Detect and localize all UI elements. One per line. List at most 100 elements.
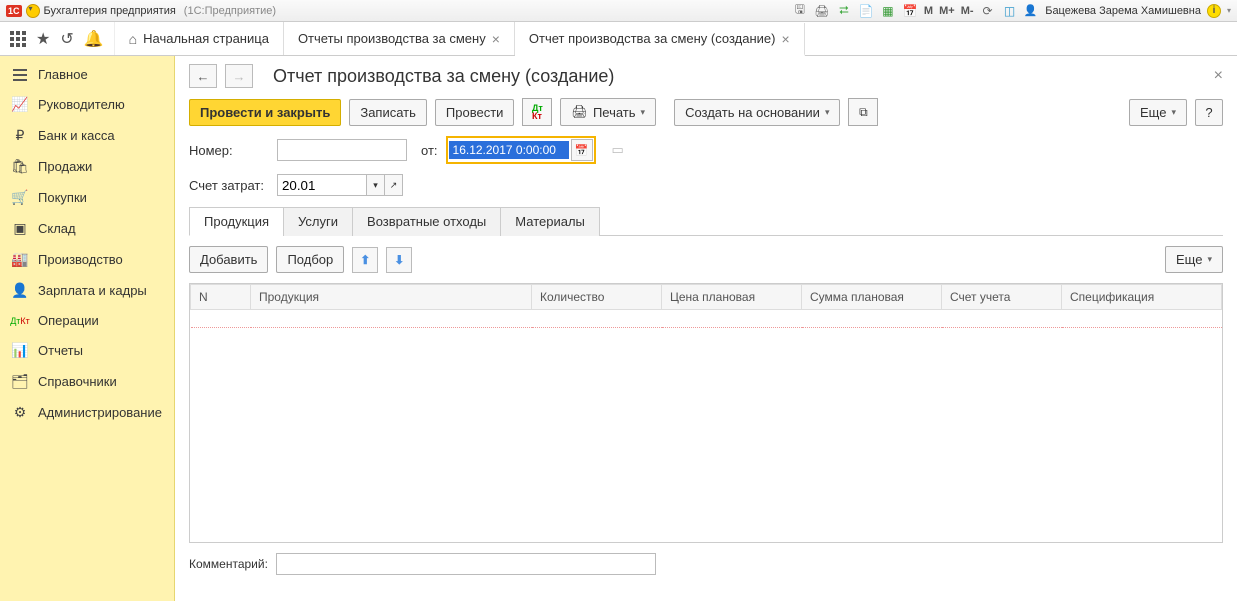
document-icon[interactable]: 📄 xyxy=(858,3,874,19)
more-button[interactable]: Еще▾ xyxy=(1129,99,1187,126)
col-product[interactable]: Продукция xyxy=(251,285,532,310)
subtab-returns[interactable]: Возвратные отходы xyxy=(352,207,501,236)
sidebar-item-hr[interactable]: 👤Зарплата и кадры xyxy=(0,275,174,306)
subtab-services[interactable]: Услуги xyxy=(283,207,353,236)
select-button[interactable]: Подбор xyxy=(276,246,344,273)
dropdown-round-icon[interactable] xyxy=(26,4,40,18)
memory-m-minus[interactable]: M- xyxy=(961,5,974,17)
post-button[interactable]: Провести xyxy=(435,99,515,126)
sidebar-item-purchase[interactable]: 🛒Покупки xyxy=(0,182,174,213)
bag-icon: 🛍 xyxy=(12,158,28,175)
chart-up-icon: 📈 xyxy=(12,96,28,113)
sidebar-item-main[interactable]: Главное xyxy=(0,60,174,89)
sidebar-item-label: Руководителю xyxy=(38,97,125,112)
caret-down-icon: ▾ xyxy=(641,107,646,118)
subtabs: Продукция Услуги Возвратные отходы Матер… xyxy=(189,206,1223,236)
grid[interactable]: N Продукция Количество Цена плановая Сум… xyxy=(189,283,1223,543)
sidebar-item-sales[interactable]: 🛍 Продажи xyxy=(0,151,174,182)
print-icon[interactable]: 🖨 xyxy=(814,3,830,19)
col-qty[interactable]: Количество xyxy=(532,285,662,310)
bell-icon[interactable]: 🔔 xyxy=(84,29,104,49)
move-up-button[interactable]: ⬆ xyxy=(352,247,378,273)
grid-table: N Продукция Количество Цена плановая Сум… xyxy=(190,284,1222,328)
compare-icon[interactable]: ⮂ xyxy=(836,3,852,19)
star-icon[interactable]: ★ xyxy=(36,29,50,49)
date-input[interactable]: 16.12.2017 0:00:00 xyxy=(449,141,569,159)
dtkt-icon: ДтКт xyxy=(532,104,543,120)
windows-icon[interactable]: ◫ xyxy=(1002,3,1018,19)
account-dropdown-button[interactable]: ▾ xyxy=(367,174,385,196)
number-row: Номер: от: 16.12.2017 0:00:00 📅 ▭ xyxy=(189,136,1223,164)
memory-m-plus[interactable]: M+ xyxy=(939,5,955,17)
subtab-products[interactable]: Продукция xyxy=(189,207,284,236)
refresh-icon[interactable]: ⟳ xyxy=(980,3,996,19)
person-icon: 👤 xyxy=(12,282,28,299)
dtkt-button[interactable]: ДтКт xyxy=(522,98,552,126)
close-icon[interactable]: × xyxy=(492,31,500,47)
create-based-button[interactable]: Создать на основании▾ xyxy=(674,99,840,126)
account-label: Счет затрат: xyxy=(189,178,269,193)
subtab-materials[interactable]: Материалы xyxy=(500,207,600,236)
col-spec[interactable]: Спецификация xyxy=(1062,285,1222,310)
sidebar-item-bank[interactable]: ₽Банк и касса xyxy=(0,120,174,151)
add-button[interactable]: Добавить xyxy=(189,246,268,273)
col-sum[interactable]: Сумма плановая xyxy=(802,285,942,310)
tab-report-create[interactable]: Отчет производства за смену (создание) × xyxy=(515,23,805,56)
number-input[interactable] xyxy=(277,139,407,161)
sidebar-item-label: Администрирование xyxy=(38,405,162,420)
col-n[interactable]: N xyxy=(191,285,251,310)
account-open-button[interactable]: ↗ xyxy=(385,174,403,196)
move-down-button[interactable]: ⬇ xyxy=(386,247,412,273)
account-combo: ▾ ↗ xyxy=(277,174,403,196)
calendar-icon[interactable]: 📅 xyxy=(902,3,918,19)
sidebar-item-production[interactable]: 🏭Производство xyxy=(0,244,174,275)
table-icon[interactable]: ▦ xyxy=(880,3,896,19)
grid-more-button[interactable]: Еще▾ xyxy=(1165,246,1223,273)
save-button[interactable]: Записать xyxy=(349,99,427,126)
memory-m[interactable]: M xyxy=(924,5,933,17)
account-input[interactable] xyxy=(277,174,367,196)
tabbar-tools: ★ ↺ 🔔 xyxy=(0,22,115,55)
tab-home[interactable]: ⌂ Начальная страница xyxy=(115,22,284,55)
comment-input[interactable] xyxy=(276,553,656,575)
structure-button[interactable]: ⧉ xyxy=(848,98,878,126)
calendar-ghost-icon[interactable]: ▭ xyxy=(612,142,624,158)
forward-button[interactable]: → xyxy=(225,64,253,88)
user-name[interactable]: Бацежева Зарема Хамишевна xyxy=(1045,5,1201,17)
calendar-button[interactable]: 📅 xyxy=(571,139,593,161)
close-icon[interactable]: × xyxy=(781,31,789,47)
tabbar: ★ ↺ 🔔 ⌂ Начальная страница Отчеты произв… xyxy=(0,22,1237,56)
sidebar-item-operations[interactable]: ДтКтОперации xyxy=(0,306,174,335)
print-button[interactable]: 🖨Печать▾ xyxy=(560,98,656,126)
info-icon[interactable]: i xyxy=(1207,4,1221,18)
page-title: Отчет производства за смену (создание) xyxy=(273,66,614,87)
sidebar-item-label: Продажи xyxy=(38,159,92,174)
platform-name: (1С:Предприятие) xyxy=(184,5,276,17)
col-price[interactable]: Цена плановая xyxy=(662,285,802,310)
sidebar-item-reports[interactable]: 📊Отчеты xyxy=(0,335,174,366)
caret-down-icon: ▾ xyxy=(1207,254,1212,265)
help-button[interactable]: ? xyxy=(1195,99,1223,126)
tab-reports-list[interactable]: Отчеты производства за смену × xyxy=(284,22,515,55)
sidebar-item-catalogs[interactable]: 🗂Справочники xyxy=(0,366,174,397)
nav-row: ← → Отчет производства за смену (создани… xyxy=(189,64,1223,88)
from-label: от: xyxy=(421,143,438,158)
close-form-icon[interactable]: × xyxy=(1214,67,1223,85)
boxes-icon: ▣ xyxy=(12,220,28,237)
btn-label: Добавить xyxy=(200,252,257,267)
col-account[interactable]: Счет учета xyxy=(942,285,1062,310)
back-button[interactable]: ← xyxy=(189,64,217,88)
sidebar-item-warehouse[interactable]: ▣Склад xyxy=(0,213,174,244)
btn-label: Еще xyxy=(1140,105,1166,120)
save-icon[interactable]: 🖫 xyxy=(792,3,808,19)
btn-label: Записать xyxy=(360,105,416,120)
sidebar-item-manager[interactable]: 📈 Руководителю xyxy=(0,89,174,120)
post-and-close-button[interactable]: Провести и закрыть xyxy=(189,99,341,126)
table-row[interactable] xyxy=(191,310,1222,328)
sidebar-item-admin[interactable]: ⚙Администрирование xyxy=(0,397,174,428)
apps-icon[interactable] xyxy=(10,31,26,47)
sidebar-item-label: Операции xyxy=(38,313,99,328)
user-icon: 👤 xyxy=(1024,4,1038,17)
history-icon[interactable]: ↺ xyxy=(60,29,73,49)
info-caret[interactable]: ▾ xyxy=(1227,6,1231,15)
